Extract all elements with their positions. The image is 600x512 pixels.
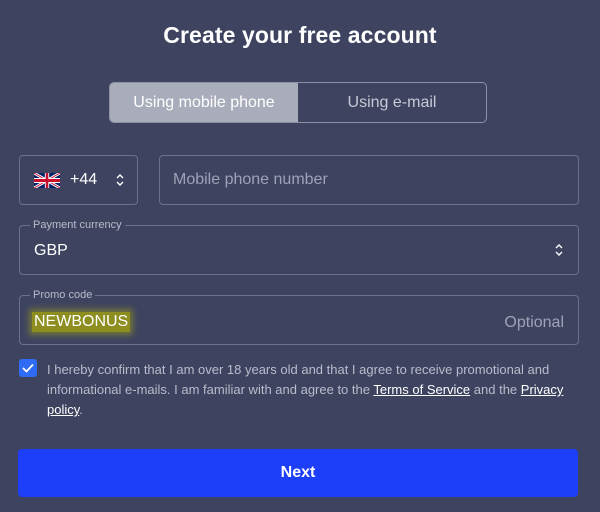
- promo-optional-hint: Optional: [504, 314, 564, 331]
- page-title: Create your free account: [163, 22, 437, 48]
- country-code-select[interactable]: +44: [19, 155, 138, 205]
- mobile-phone-input[interactable]: [160, 156, 578, 204]
- payment-currency-label: Payment currency: [30, 218, 125, 232]
- signup-method-tabs: Using mobile phone Using e-mail: [109, 82, 487, 123]
- tab-mobile-phone[interactable]: Using mobile phone: [110, 83, 298, 122]
- checkmark-icon: [22, 363, 34, 373]
- promo-code-field[interactable]: Promo code NEWBONUS Optional: [19, 288, 579, 345]
- consent-checkbox[interactable]: [19, 359, 37, 377]
- dial-code: +44: [70, 171, 98, 188]
- consent-text: I hereby confirm that I am over 18 years…: [47, 360, 572, 420]
- payment-currency-select[interactable]: Payment currency GBP: [19, 218, 579, 275]
- promo-code-value: NEWBONUS: [32, 312, 131, 332]
- promo-code-label: Promo code: [30, 288, 96, 302]
- mobile-phone-field: [159, 155, 579, 205]
- chevron-up-down-icon: [116, 174, 124, 186]
- payment-currency-value: GBP: [34, 242, 68, 259]
- tab-email[interactable]: Using e-mail: [298, 83, 486, 122]
- next-button[interactable]: Next: [18, 449, 578, 497]
- terms-of-service-link[interactable]: Terms of Service: [373, 382, 470, 397]
- chevron-up-down-icon: [555, 244, 563, 256]
- consent-text-middle: and the: [470, 382, 521, 397]
- uk-flag-icon: [34, 172, 60, 188]
- consent-text-after: .: [79, 402, 83, 417]
